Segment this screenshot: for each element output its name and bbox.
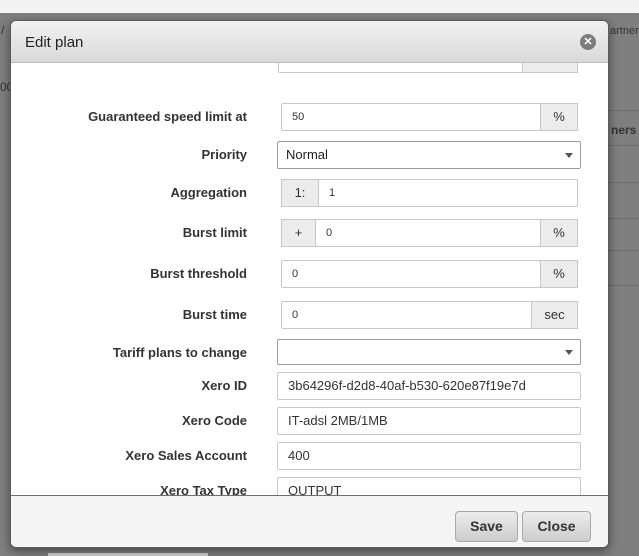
burst-threshold-input[interactable]: 0 [281,260,541,288]
xero-tax-type-input[interactable]: OUTPUT [277,477,581,495]
priority-label: Priority [201,147,247,162]
close-button[interactable]: Close [522,511,591,542]
priority-value: Normal [286,147,328,162]
xero-tax-type-row: Xero Tax Type OUTPUT [11,477,608,495]
xero-sales-account-label: Xero Sales Account [125,448,247,463]
background-divider [609,145,639,146]
percent-addon: % [540,103,578,131]
guaranteed-speed-row: Guaranteed speed limit at 50 % [11,103,608,131]
background-fragment: ners [611,123,637,137]
background-divider [609,218,639,219]
xero-id-label: Xero ID [201,378,247,393]
guaranteed-speed-input[interactable]: 50 [281,103,541,131]
background-divider [609,250,639,251]
xero-code-row: Xero Code IT-adsl 2MB/1MB [11,407,608,435]
chevron-down-icon [565,153,573,158]
edit-plan-dialog: Edit plan ✕ Guaranteed speed limit at 50… [10,20,609,548]
dialog-title: Edit plan [25,34,84,51]
burst-limit-label: Burst limit [182,225,247,240]
percent-addon: % [540,260,578,288]
dialog-footer: Save Close [11,495,608,547]
xero-sales-account-input[interactable]: 400 [277,442,581,470]
burst-limit-row: Burst limit + 0 % [11,219,608,247]
dialog-header: Edit plan ✕ [11,21,608,63]
background-divider [609,182,639,183]
aggregation-row: Aggregation 1: 1 [11,179,608,207]
aggregation-input[interactable]: 1 [318,179,578,207]
burst-threshold-row: Burst threshold 0 % [11,260,608,288]
xero-id-row: Xero ID 3b64296f-d2d8-40af-b530-620e87f1… [11,372,608,400]
background-divider [609,285,639,286]
burst-limit-input[interactable]: 0 [315,219,541,247]
background-divider [609,110,639,111]
dialog-body: Guaranteed speed limit at 50 % Priority … [11,63,608,495]
priority-row: Priority Normal [11,141,608,169]
xero-id-input[interactable]: 3b64296f-d2d8-40af-b530-620e87f19e7d [277,372,581,400]
burst-time-input[interactable]: 0 [281,301,532,329]
tariff-plans-select[interactable] [277,339,581,365]
guaranteed-speed-label: Guaranteed speed limit at [88,109,247,124]
burst-time-label: Burst time [182,307,247,322]
xero-code-label: Xero Code [181,413,247,428]
background-fragment: / [1,23,5,37]
tariff-plans-row: Tariff plans to change [11,339,608,367]
save-button[interactable]: Save [455,511,518,542]
chevron-down-icon [565,350,573,355]
xero-code-input[interactable]: IT-adsl 2MB/1MB [277,407,581,435]
xero-sales-account-row: Xero Sales Account 400 [11,442,608,470]
burst-limit-prefix: + [281,219,316,247]
priority-select[interactable]: Normal [277,141,581,169]
percent-addon: % [540,219,578,247]
burst-time-row: Burst time 0 sec [11,301,608,329]
background-top-bar [0,0,639,13]
close-icon[interactable]: ✕ [580,34,596,50]
scrolled-field-addon [522,63,578,73]
xero-tax-type-label: Xero Tax Type [160,483,247,495]
background-fragment: artner [610,25,639,37]
sec-addon: sec [531,301,578,329]
burst-threshold-label: Burst threshold [150,266,247,281]
aggregation-label: Aggregation [170,185,247,200]
aggregation-prefix: 1: [281,179,319,207]
scrolled-field[interactable] [278,63,523,73]
tariff-plans-label: Tariff plans to change [112,345,247,360]
